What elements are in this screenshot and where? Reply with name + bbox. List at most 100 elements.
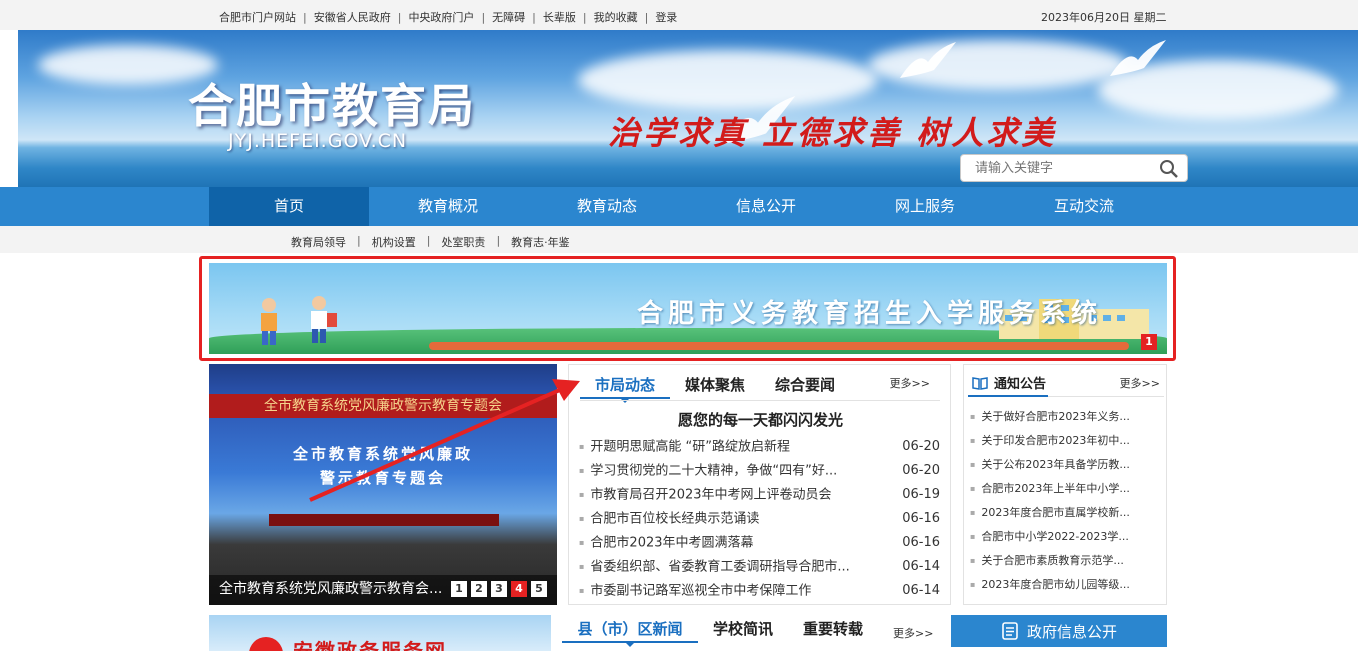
news-title[interactable]: 省委组织部、省委教育工委调研指导合肥市... <box>579 555 849 579</box>
slider-page-4[interactable]: 4 <box>511 581 527 597</box>
tab-county-news[interactable]: 县（市）区新闻 <box>562 615 698 647</box>
news-title[interactable]: 合肥市2023年中考圆满落幕 <box>579 531 753 555</box>
separator: | <box>644 10 649 24</box>
photo-slider[interactable]: 全市教育系统党风廉政警示教育专题会 全市教育系统党风廉政 警示教育专题会 全市教… <box>209 364 557 605</box>
subnav-duties[interactable]: 处室职责 <box>441 234 485 250</box>
meeting-table <box>269 514 499 526</box>
slider-screen-line2: 警示教育专题会 <box>319 469 446 487</box>
swan-icon <box>1110 40 1166 76</box>
link-elder-version[interactable]: 长辈版 <box>543 9 576 25</box>
tab-media-focus[interactable]: 媒体聚焦 <box>670 371 760 399</box>
slider-page-5[interactable]: 5 <box>531 581 547 597</box>
subnav-yearbook[interactable]: 教育志·年鉴 <box>511 234 570 250</box>
top-links: 合肥市门户网站 | 安徽省人民政府 | 中央政府门户 | 无障碍 | 长辈版 | 我的收藏… <box>219 9 677 25</box>
current-date: 2023年06月20日 星期二 <box>1041 11 1167 24</box>
news-title[interactable]: 合肥市百位校长经典示范诵读 <box>579 507 759 531</box>
document-icon <box>1002 622 1018 640</box>
top-bar: 合肥市门户网站 | 安徽省人民政府 | 中央政府门户 | 无障碍 | 长辈版 | 我的收藏… <box>0 0 1358 30</box>
search-icon[interactable] <box>1159 159 1179 179</box>
news-tabs: 市局动态 媒体聚焦 综合要闻 <box>580 371 850 403</box>
notice-item[interactable]: 合肥市2023年上半年中小学... <box>970 477 1129 501</box>
notice-more-link[interactable]: 更多>> <box>1120 375 1160 391</box>
subnav-organization[interactable]: 机构设置 <box>372 234 416 250</box>
tab-school-briefs[interactable]: 学校简讯 <box>698 615 788 643</box>
news-item[interactable]: 省委组织部、省委教育工委调研指导合肥市... 06-14 <box>579 555 941 579</box>
separator: | <box>397 10 402 24</box>
link-login[interactable]: 登录 <box>655 9 677 25</box>
news-item[interactable]: 合肥市百位校长经典示范诵读 06-16 <box>579 507 941 531</box>
notice-item[interactable]: 关于公布2023年具备学历教... <box>970 453 1129 477</box>
tab-reprints[interactable]: 重要转载 <box>788 615 878 643</box>
link-central-gov[interactable]: 中央政府门户 <box>408 9 474 25</box>
news-date: 06-14 <box>902 559 940 574</box>
service-banner-text: 安徽政务服务网 <box>293 639 447 651</box>
news-more-link[interactable]: 更多>> <box>890 375 930 391</box>
nav-online-service[interactable]: 网上服务 <box>845 187 1005 226</box>
notice-title: 通知公告 <box>994 377 1047 392</box>
separator: | <box>481 10 486 24</box>
notice-item[interactable]: 2023年度合肥市直属学校新... <box>970 501 1129 525</box>
news-panel: 市局动态 媒体聚焦 综合要闻 更多>> 愿您的每一天都闪闪发光 开题明思赋高能 … <box>568 364 951 605</box>
notice-item[interactable]: 合肥市中小学2022-2023学... <box>970 525 1130 549</box>
highlight-frame <box>199 256 1176 361</box>
slider-screen-title: 全市教育系统党风廉政 警示教育专题会 <box>209 442 557 490</box>
news-date: 06-16 <box>902 511 940 526</box>
news-title[interactable]: 开题明思赋高能 “研”路绽放启新程 <box>579 435 790 459</box>
news-date: 06-16 <box>902 535 940 550</box>
news-item[interactable]: 市教育局召开2023年中考网上评卷动员会 06-19 <box>579 483 941 507</box>
news-date: 06-19 <box>902 487 940 502</box>
separator: | <box>496 234 501 247</box>
notice-panel: 通知公告 更多>> 关于做好合肥市2023年义务... 关于印发合肥市2023年… <box>963 364 1167 605</box>
notice-list: 关于做好合肥市2023年义务... 关于印发合肥市2023年初中... 关于公布… <box>970 405 1130 597</box>
news-item[interactable]: 学习贯彻党的二十大精神，争做“四有”好... 06-20 <box>579 459 941 483</box>
tab-bureau-news[interactable]: 市局动态 <box>580 371 670 403</box>
tab-general-news[interactable]: 综合要闻 <box>760 371 850 399</box>
notice-item[interactable]: 关于做好合肥市2023年义务... <box>970 405 1129 429</box>
notice-item[interactable]: 关于印发合肥市2023年初中... <box>970 429 1129 453</box>
slider-page-2[interactable]: 2 <box>471 581 487 597</box>
notice-header: 通知公告 <box>972 373 1046 392</box>
news-headline[interactable]: 愿您的每一天都闪闪发光 <box>569 409 952 430</box>
nav-home[interactable]: 首页 <box>209 187 369 226</box>
county-news-more-link[interactable]: 更多>> <box>893 625 933 641</box>
nav-overview[interactable]: 教育概况 <box>368 187 528 226</box>
separator: | <box>582 10 587 24</box>
link-anhui-gov[interactable]: 安徽省人民政府 <box>314 9 391 25</box>
notice-item[interactable]: 关于合肥市素质教育示范学... <box>970 549 1130 573</box>
separator: | <box>357 234 361 247</box>
news-title[interactable]: 市委副书记路军巡视全市中考保障工作 <box>579 579 811 603</box>
gov-info-public-button[interactable]: 政府信息公开 <box>951 615 1167 647</box>
site-title[interactable]: 合肥市教育局 <box>188 70 476 136</box>
slider-caption[interactable]: 全市教育系统党风廉政警示教育会... <box>219 578 442 598</box>
slider-screen-line1: 全市教育系统党风廉政 <box>292 445 473 463</box>
separator: | <box>532 10 536 24</box>
gov-service-banner[interactable]: 安徽政务服务网 <box>209 615 551 651</box>
divider <box>580 400 940 401</box>
slider-page-1[interactable]: 1 <box>451 581 467 597</box>
slider-banner-text: 全市教育系统党风廉政警示教育专题会 <box>209 394 557 418</box>
news-item[interactable]: 合肥市2023年中考圆满落幕 06-16 <box>579 531 941 555</box>
link-hefei-portal[interactable]: 合肥市门户网站 <box>219 9 296 25</box>
news-item[interactable]: 市委副书记路军巡视全市中考保障工作 06-14 <box>579 579 941 603</box>
search-input[interactable] <box>961 155 1151 181</box>
news-title[interactable]: 学习贯彻党的二十大精神，争做“四有”好... <box>579 459 837 483</box>
notice-item[interactable]: 2023年度合肥市幼儿园等级... <box>970 573 1129 597</box>
nav-dynamics[interactable]: 教育动态 <box>527 187 687 226</box>
subnav-leaders[interactable]: 教育局领导 <box>291 234 346 250</box>
slider-page-3[interactable]: 3 <box>491 581 507 597</box>
search-box <box>960 154 1188 182</box>
news-title[interactable]: 市教育局召开2023年中考网上评卷动员会 <box>579 483 831 507</box>
sub-nav: 教育局领导 | 机构设置 | 处室职责 | 教育志·年鉴 <box>0 226 1358 253</box>
link-accessibility[interactable]: 无障碍 <box>492 9 525 25</box>
news-date: 06-20 <box>902 439 940 454</box>
nav-info-public[interactable]: 信息公开 <box>686 187 846 226</box>
nav-interaction[interactable]: 互动交流 <box>1004 187 1164 226</box>
county-news-tabs: 县（市）区新闻 学校简讯 重要转载 <box>562 615 878 647</box>
gov-info-label: 政府信息公开 <box>1026 622 1117 641</box>
notice-underline <box>968 395 1048 397</box>
separator: | <box>303 10 307 24</box>
news-item[interactable]: 开题明思赋高能 “研”路绽放启新程 06-20 <box>579 435 941 459</box>
news-date: 06-20 <box>902 463 940 478</box>
book-icon <box>972 376 988 390</box>
link-favorites[interactable]: 我的收藏 <box>594 9 638 25</box>
